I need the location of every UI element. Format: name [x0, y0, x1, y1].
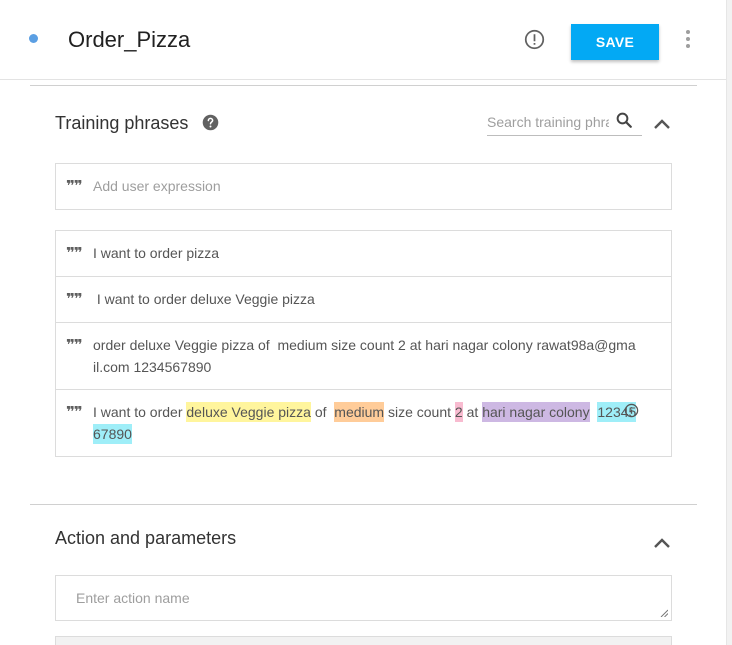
page-scrollbar[interactable]	[726, 0, 732, 645]
entity-annotation[interactable]: deluxe Veggie pizza	[186, 402, 311, 422]
user-expression-input[interactable]	[93, 178, 653, 194]
chevron-up-icon[interactable]	[653, 537, 671, 549]
training-phrase-list: ❞❞ I want to order pizza ❞❞ I want to or…	[55, 230, 672, 457]
phrase-text[interactable]: I want to order pizza	[93, 242, 638, 264]
annotated-phrase-text[interactable]: I want to order deluxe Veggie pizza of m…	[93, 401, 638, 445]
search-input[interactable]	[487, 114, 609, 130]
chevron-up-icon[interactable]	[653, 118, 671, 130]
phrase-text[interactable]: I want to order deluxe Veggie pizza	[93, 288, 638, 310]
entity-annotation[interactable]: medium	[334, 402, 385, 422]
entity-annotation[interactable]: hari nagar colony	[482, 402, 590, 422]
entity-annotation[interactable]: 2	[454, 402, 463, 422]
quote-icon: ❞❞	[66, 177, 83, 195]
training-phrases-title: Training phrases	[55, 113, 189, 133]
search-training-phrases[interactable]	[487, 108, 642, 136]
phrase-text[interactable]: order deluxe Veggie pizza of medium size…	[93, 334, 638, 378]
quote-icon: ❞❞	[66, 244, 83, 262]
quote-icon: ❞❞	[66, 336, 83, 354]
question-circle-icon[interactable]	[202, 114, 219, 131]
phrase-segment: at	[462, 404, 483, 420]
phrase-segment: size count	[384, 404, 455, 420]
phrase-segment: of	[310, 404, 335, 420]
training-phrase-row[interactable]: ❞❞ I want to order deluxe Veggie pizza	[56, 277, 671, 323]
intent-name[interactable]: Order_Pizza	[68, 27, 190, 53]
exclamation-circle-icon[interactable]	[524, 29, 545, 50]
section-divider	[30, 85, 697, 86]
add-user-expression[interactable]: ❞❞	[55, 163, 672, 210]
training-phrase-row[interactable]: ❞❞ I want to order deluxe Veggie pizza o…	[56, 390, 671, 457]
parameters-table-header	[55, 636, 672, 645]
vertical-ellipsis-icon[interactable]	[682, 29, 694, 49]
intent-status-dot	[29, 34, 38, 43]
phrase-segment: I want to order	[93, 404, 187, 420]
action-name-field[interactable]	[55, 575, 672, 621]
training-phrase-row[interactable]: ❞❞ order deluxe Veggie pizza of medium s…	[56, 323, 671, 390]
info-circle-icon[interactable]	[624, 403, 639, 418]
quote-icon: ❞❞	[66, 403, 83, 421]
save-button[interactable]: SAVE	[571, 24, 659, 60]
magnifier-icon[interactable]	[615, 111, 633, 129]
action-parameters-title: Action and parameters	[55, 528, 237, 548]
resize-handle-icon[interactable]	[660, 609, 668, 617]
training-phrase-row[interactable]: ❞❞ I want to order pizza	[56, 231, 671, 277]
section-divider	[30, 504, 697, 505]
quote-icon: ❞❞	[66, 290, 83, 308]
top-bar: Order_Pizza SAVE	[0, 0, 726, 80]
action-name-input[interactable]	[76, 590, 646, 612]
